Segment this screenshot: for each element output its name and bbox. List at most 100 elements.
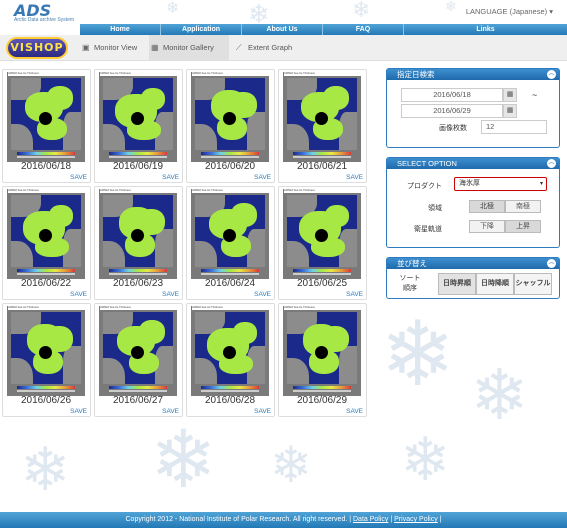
calendar-icon[interactable]: ▦ — [503, 88, 517, 102]
pole-hole-mask — [315, 229, 328, 242]
sea-ice-map-image[interactable]: AMSR2 Sea Ice Thickness — [99, 189, 177, 279]
sea-ice-map-image[interactable]: AMSR2 Sea Ice Thickness — [7, 189, 85, 279]
gallery-card[interactable]: AMSR2 Sea Ice Thickness 2016/06/26 SAVE — [2, 303, 91, 417]
snowflake-decoration: ❄ — [150, 413, 218, 506]
region-label: 領域 — [428, 205, 442, 212]
save-link[interactable]: SAVE — [70, 291, 87, 298]
collapse-icon[interactable]: ︿ — [547, 159, 556, 168]
sea-ice-map-image[interactable]: AMSR2 Sea Ice Thickness — [7, 72, 85, 162]
map-caption: AMSR2 Sea Ice Thickness — [284, 189, 361, 193]
region-antarctic-button[interactable]: 南極 — [505, 200, 541, 213]
sea-ice-map-image[interactable]: AMSR2 Sea Ice Thickness — [191, 306, 269, 396]
tab-extent-graph[interactable]: ⟋ Extent Graph — [234, 35, 304, 60]
language-selector[interactable]: LANGUAGE (Japanese) ▾ — [466, 7, 553, 16]
card-date: 2016/06/22 — [20, 278, 72, 289]
nav-links[interactable]: Links — [404, 24, 567, 35]
card-date: 2016/06/20 — [204, 161, 256, 172]
orbit-ascending-button[interactable]: 上昇 — [505, 220, 541, 233]
footer-separator: | — [439, 516, 442, 523]
gallery-card[interactable]: AMSR2 Sea Ice Thickness 2016/06/19 SAVE — [94, 69, 183, 183]
gallery-card[interactable]: AMSR2 Sea Ice Thickness 2016/06/25 SAVE — [278, 186, 367, 300]
end-date-input[interactable]: 2016/06/29 — [401, 104, 503, 118]
gallery-card[interactable]: AMSR2 Sea Ice Thickness 2016/06/24 SAVE — [186, 186, 275, 300]
gallery-card[interactable]: AMSR2 Sea Ice Thickness 2016/06/20 SAVE — [186, 69, 275, 183]
save-link[interactable]: SAVE — [254, 291, 271, 298]
save-link[interactable]: SAVE — [162, 408, 179, 415]
sea-ice-map-image[interactable]: AMSR2 Sea Ice Thickness — [283, 72, 361, 162]
calendar-icon[interactable]: ▦ — [503, 104, 517, 118]
card-date: 2016/06/23 — [112, 278, 164, 289]
color-scale-bar — [109, 386, 167, 389]
map-caption: AMSR2 Sea Ice Thickness — [100, 189, 177, 193]
gallery-card[interactable]: AMSR2 Sea Ice Thickness 2016/06/23 SAVE — [94, 186, 183, 300]
save-link[interactable]: SAVE — [70, 174, 87, 181]
save-link[interactable]: SAVE — [254, 174, 271, 181]
color-scale-bar — [109, 269, 167, 272]
panel-header[interactable]: SELECT OPTION ︿ — [387, 158, 559, 169]
save-link[interactable]: SAVE — [346, 174, 363, 181]
panel-header[interactable]: 並び替え ︿ — [387, 258, 559, 269]
gallery-card[interactable]: AMSR2 Sea Ice Thickness 2016/06/18 SAVE — [2, 69, 91, 183]
start-date-input[interactable]: 2016/06/18 — [401, 88, 503, 102]
gallery-card[interactable]: AMSR2 Sea Ice Thickness 2016/06/27 SAVE — [94, 303, 183, 417]
sea-ice-map-image[interactable]: AMSR2 Sea Ice Thickness — [7, 306, 85, 396]
sea-ice-map-image[interactable]: AMSR2 Sea Ice Thickness — [99, 72, 177, 162]
save-link[interactable]: SAVE — [254, 408, 271, 415]
pole-hole-mask — [223, 112, 236, 125]
sort-shuffle-button[interactable]: シャッフル — [514, 273, 552, 295]
range-separator: ~ — [532, 90, 538, 100]
gallery-card[interactable]: AMSR2 Sea Ice Thickness 2016/06/21 SAVE — [278, 69, 367, 183]
collapse-icon[interactable]: ︿ — [547, 70, 556, 79]
color-scale-bar — [17, 386, 75, 389]
save-link[interactable]: SAVE — [346, 408, 363, 415]
gallery-card[interactable]: AMSR2 Sea Ice Thickness 2016/06/29 SAVE — [278, 303, 367, 417]
sea-ice-map-image[interactable]: AMSR2 Sea Ice Thickness — [99, 306, 177, 396]
card-date: 2016/06/26 — [20, 395, 72, 406]
product-label: プロダクト — [407, 183, 442, 190]
data-policy-link[interactable]: Data Policy — [353, 516, 388, 523]
snowflake-decoration: ❄ — [270, 436, 312, 494]
save-link[interactable]: SAVE — [346, 291, 363, 298]
save-link[interactable]: SAVE — [162, 291, 179, 298]
sea-ice-map-image[interactable]: AMSR2 Sea Ice Thickness — [283, 189, 361, 279]
map-caption: AMSR2 Sea Ice Thickness — [100, 72, 177, 76]
sort-date-descending-button[interactable]: 日時降順 — [476, 273, 514, 295]
gallery-card[interactable]: AMSR2 Sea Ice Thickness 2016/06/22 SAVE — [2, 186, 91, 300]
nav-faq[interactable]: FAQ — [323, 24, 404, 35]
card-date: 2016/06/28 — [204, 395, 256, 406]
color-scale-bar — [293, 152, 351, 155]
snowflake-decoration: ❄ — [400, 425, 451, 495]
sea-ice-map-image[interactable]: AMSR2 Sea Ice Thickness — [283, 306, 361, 396]
card-date: 2016/06/24 — [204, 278, 256, 289]
collapse-icon[interactable]: ︿ — [547, 259, 556, 268]
nav-application[interactable]: Application — [161, 24, 242, 35]
product-select[interactable]: 海氷厚 ▾ — [454, 177, 547, 191]
map-caption: AMSR2 Sea Ice Thickness — [284, 306, 361, 310]
privacy-policy-link[interactable]: Privacy Policy — [394, 516, 438, 523]
site-footer: Copyright 2012 - National Institute of P… — [0, 512, 567, 528]
sea-ice-map-image[interactable]: AMSR2 Sea Ice Thickness — [191, 72, 269, 162]
color-scale-bar — [201, 386, 259, 389]
region-arctic-button[interactable]: 北極 — [469, 200, 505, 213]
color-scale-bar — [293, 269, 351, 272]
vishop-logo[interactable]: VISHOP — [6, 37, 68, 59]
card-date: 2016/06/25 — [296, 278, 348, 289]
nav-home[interactable]: Home — [80, 24, 161, 35]
sort-date-ascending-button[interactable]: 日時昇順 — [438, 273, 476, 295]
image-count-input[interactable]: 12 — [481, 120, 547, 134]
save-link[interactable]: SAVE — [162, 174, 179, 181]
tab-monitor-gallery[interactable]: ▦ Monitor Gallery — [149, 35, 229, 60]
gallery-card[interactable]: AMSR2 Sea Ice Thickness 2016/06/28 SAVE — [186, 303, 275, 417]
color-scale-bar — [109, 152, 167, 155]
color-scale-bar — [293, 386, 351, 389]
nav-about-us[interactable]: About Us — [242, 24, 323, 35]
color-scale-bar — [17, 269, 75, 272]
pole-hole-mask — [39, 229, 52, 242]
orbit-descending-button[interactable]: 下降 — [469, 220, 505, 233]
save-link[interactable]: SAVE — [70, 408, 87, 415]
color-scale-bar — [201, 269, 259, 272]
map-caption: AMSR2 Sea Ice Thickness — [8, 189, 85, 193]
sea-ice-map-image[interactable]: AMSR2 Sea Ice Thickness — [191, 189, 269, 279]
tab-monitor-view[interactable]: ▣ Monitor View — [80, 35, 146, 60]
panel-header[interactable]: 指定日検索 ︿ — [387, 69, 559, 80]
